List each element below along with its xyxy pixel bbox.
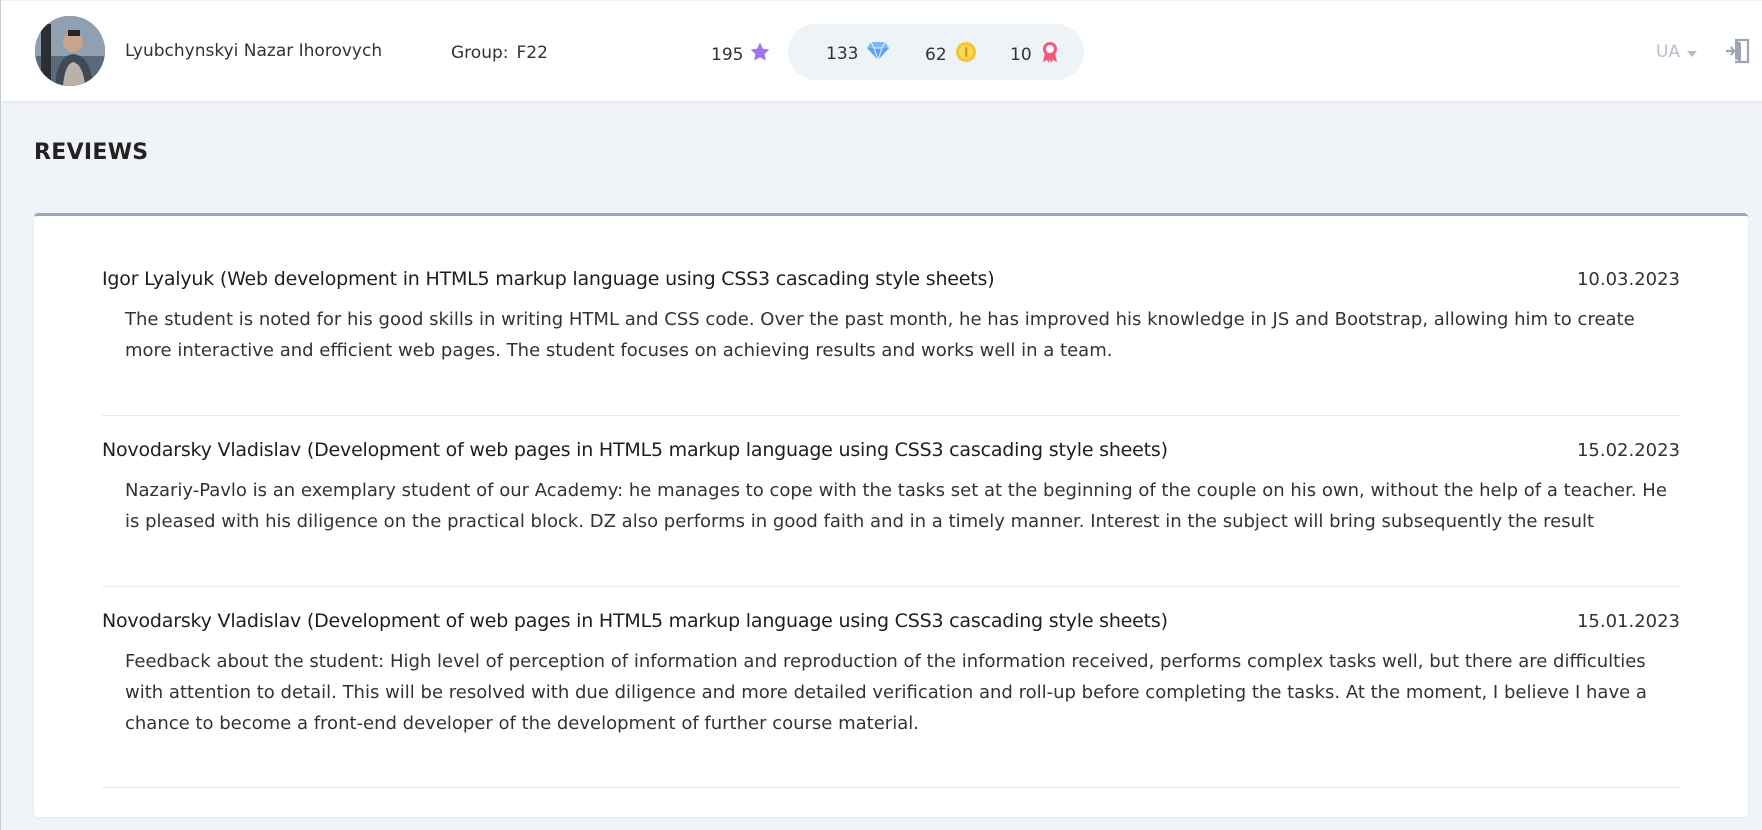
review-text: The student is noted for his good skills… (125, 309, 1635, 361)
user-name: Lyubchynskyi Nazar Ihorovych (125, 41, 383, 61)
review-author: Igor Lyalyuk (Web development in HTML5 m… (102, 268, 995, 290)
review-author: Novodarsky Vladislav (Development of web… (102, 439, 1168, 461)
review-header: Novodarsky Vladislav (Development of web… (102, 439, 1680, 461)
coins-value: 62 (925, 44, 947, 65)
review-item: Novodarsky Vladislav (Development of web… (102, 439, 1680, 587)
review-header: Novodarsky Vladislav (Development of web… (102, 610, 1680, 632)
review-date: 15.01.2023 (1576, 611, 1680, 632)
review-date: 10.03.2023 (1576, 269, 1680, 290)
top-bar: Lyubchynskyi Nazar Ihorovych Group: F22 1… (1, 1, 1762, 102)
stars-value: 195 (711, 44, 744, 65)
window-edge (0, 0, 1, 830)
review-text: Feedback about the student: High level o… (125, 651, 1647, 734)
review-author: Novodarsky Vladislav (Development of web… (102, 610, 1168, 632)
coins-counter: 62 (925, 41, 977, 68)
reviews-card: Igor Lyalyuk (Web development in HTML5 m… (34, 213, 1748, 817)
avatar[interactable] (35, 16, 105, 86)
badges-value: 10 (1010, 44, 1032, 65)
star-icon (749, 41, 771, 68)
stats-pill: 133 62 10 (788, 24, 1084, 80)
diamond-icon (866, 41, 890, 66)
review-text: Nazariy-Pavlo is an exemplary student of… (125, 480, 1667, 532)
review-date: 15.02.2023 (1576, 440, 1680, 461)
review-header: Igor Lyalyuk (Web development in HTML5 m… (102, 268, 1680, 290)
group-label: Group: (451, 43, 509, 63)
page-title: REVIEWS (34, 140, 149, 165)
review-item: Novodarsky Vladislav (Development of web… (102, 610, 1680, 788)
language-selector[interactable]: UA (1656, 42, 1698, 62)
coin-icon (955, 41, 977, 68)
group-info: Group: F22 (451, 43, 548, 63)
diamonds-value: 133 (826, 43, 859, 64)
review-item: Igor Lyalyuk (Web development in HTML5 m… (102, 268, 1680, 416)
group-value: F22 (516, 43, 548, 63)
chevron-down-icon (1687, 42, 1698, 62)
badge-icon (1040, 41, 1060, 68)
stars-counter: 195 (711, 41, 771, 68)
exit-icon[interactable] (1725, 38, 1751, 68)
badges-counter: 10 (1010, 41, 1060, 68)
diamonds-counter: 133 (826, 41, 890, 66)
language-value: UA (1656, 42, 1681, 62)
